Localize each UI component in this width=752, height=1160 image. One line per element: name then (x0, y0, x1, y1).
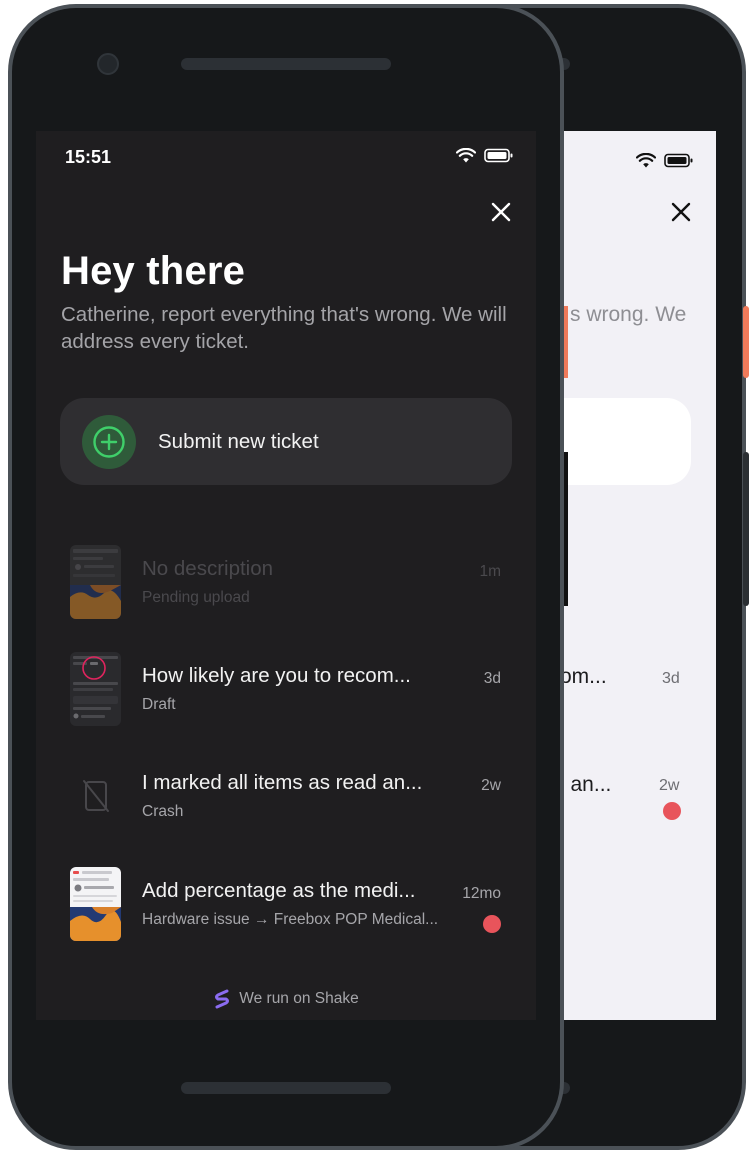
back-status-icons (636, 153, 694, 168)
ticket-list-item[interactable]: Add percentage as the medi... Hardware i… (36, 867, 536, 957)
ticket-age: 1m (479, 563, 501, 580)
footer-label: We run on Shake (239, 990, 359, 1007)
back-intro-fragment: s wrong. We (570, 303, 687, 326)
back-unread-dot (663, 802, 681, 820)
wifi-icon (636, 153, 656, 168)
plus-circle-icon (93, 425, 125, 458)
ticket-age: 3d (483, 670, 501, 687)
back-row-title: om... (560, 665, 607, 688)
ticket-subtitle: Hardware issue → Freebox POP Medical... (142, 911, 439, 928)
screenshot-map-light-thumb (70, 867, 121, 941)
screenshot-dark-ui-thumb (70, 652, 121, 726)
home-bar (181, 1082, 391, 1094)
ticket-screenshot-thumbnail (70, 652, 121, 726)
front-speaker (181, 58, 391, 70)
ticket-age: 12mo (462, 885, 501, 902)
no-screenshot-icon (82, 780, 109, 812)
page-title: Hey there (61, 249, 246, 293)
ticket-title: How likely are you to recom... (142, 664, 411, 687)
unread-dot (483, 915, 501, 933)
ticket-no-screenshot (70, 759, 121, 833)
side-button-orange (743, 306, 749, 378)
submit-new-ticket-label: Submit new ticket (158, 429, 319, 453)
ticket-age: 2w (481, 777, 501, 794)
ticket-title: I marked all items as read an... (142, 771, 423, 794)
shake-branding-footer[interactable]: We run on Shake (36, 989, 536, 1009)
battery-icon (664, 153, 693, 168)
ticket-list-item[interactable]: No description Pending upload 1m (36, 545, 536, 635)
status-time: 15:51 (65, 147, 112, 167)
shake-home-screen: 15:51 Hey there Catherine, report everyt… (36, 131, 536, 1020)
ticket-subtitle: Crash (142, 803, 184, 820)
ticket-title: Add percentage as the medi... (142, 879, 416, 902)
ticket-screenshot-thumbnail (70, 545, 121, 619)
battery-icon (484, 148, 513, 163)
ticket-screenshot-thumbnail (70, 867, 121, 941)
screenshot-map-thumb (70, 545, 121, 619)
ticket-title: No description (142, 557, 274, 580)
submit-icon-badge (82, 414, 136, 469)
back-close-icon (671, 202, 691, 222)
back-row-age: 3d (662, 670, 680, 687)
side-button-dark (743, 452, 749, 606)
ticket-subtitle: Pending upload (142, 589, 250, 606)
ticket-list-item[interactable]: How likely are you to recom... Draft 3d (36, 652, 536, 742)
wifi-icon (456, 148, 476, 163)
submit-new-ticket-button[interactable]: Submit new ticket (60, 398, 512, 485)
back-row-title: l an... (560, 773, 612, 796)
back-row-age: 2w (659, 777, 680, 794)
status-icons (456, 148, 514, 163)
close-icon[interactable] (488, 199, 514, 225)
front-camera (97, 53, 119, 75)
ticket-list-item[interactable]: I marked all items as read an... Crash 2… (36, 759, 536, 849)
intro-text: Catherine, report everything that's wron… (61, 303, 507, 353)
ticket-subtitle: Draft (142, 696, 176, 713)
shake-logo-icon (215, 989, 230, 1009)
